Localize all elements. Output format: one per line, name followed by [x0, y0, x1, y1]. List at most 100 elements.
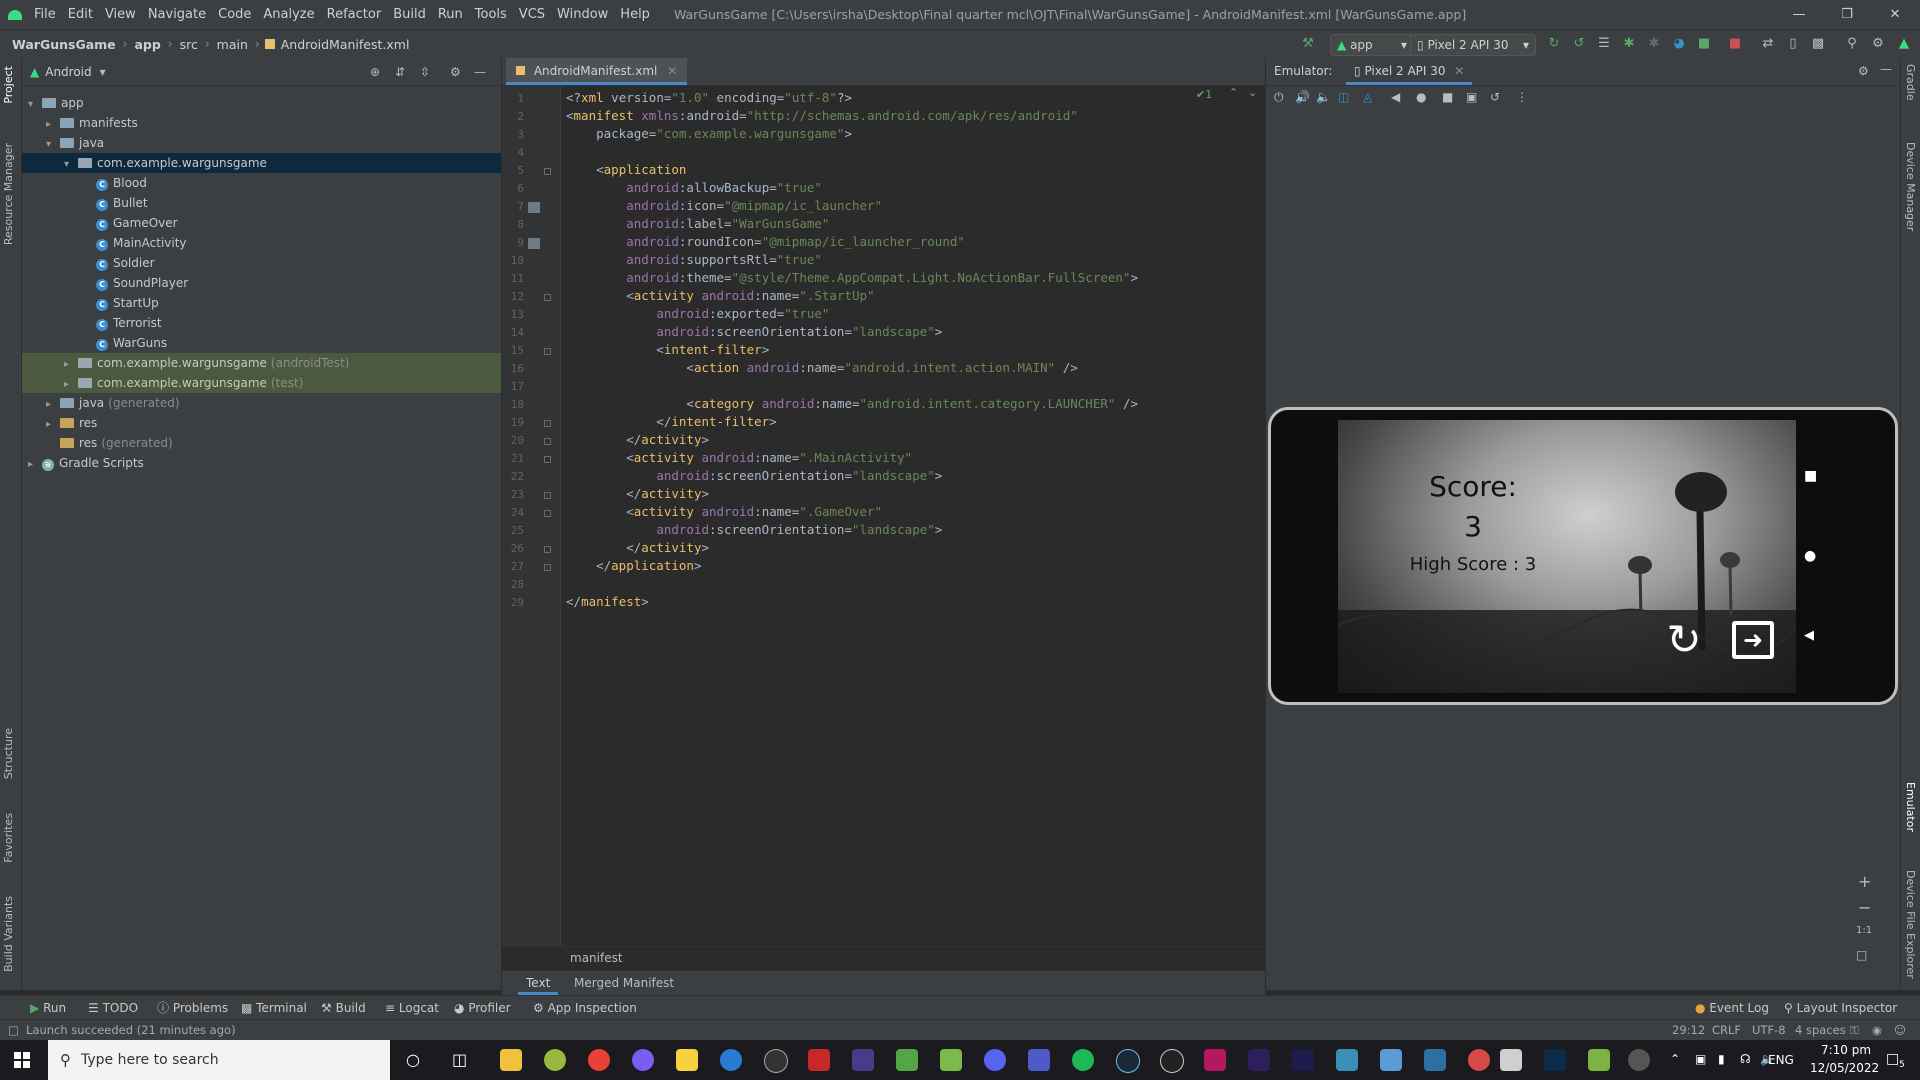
- app-icon[interactable]: [1204, 1049, 1226, 1071]
- zoom-1-1-icon[interactable]: 1:1: [1856, 925, 1872, 936]
- teams-icon[interactable]: [1028, 1049, 1050, 1071]
- status-message[interactable]: Launch succeeded (21 minutes ago): [26, 1020, 236, 1041]
- code-line[interactable]: </application>: [566, 558, 701, 573]
- back-nav-icon[interactable]: ◀: [1804, 628, 1814, 643]
- run-config-dropdown[interactable]: ▲ app ▾: [1330, 34, 1414, 56]
- tree-item[interactable]: ▾ app: [22, 93, 501, 113]
- chevron-right-icon[interactable]: ▸: [46, 395, 60, 415]
- fold-marker-icon[interactable]: [544, 510, 551, 517]
- tab-pixel-2-api-30[interactable]: ▯ Pixel 2 API 30 ✕: [1346, 58, 1473, 85]
- breadcrumb-main[interactable]: main: [215, 37, 250, 52]
- clock-date[interactable]: 12/05/2022: [1810, 1061, 1879, 1075]
- sdk-manager-icon[interactable]: ▩: [1810, 36, 1826, 52]
- close-tab-icon[interactable]: ✕: [667, 64, 677, 78]
- code-line[interactable]: android:roundIcon="@mipmap/ic_launcher_r…: [566, 234, 965, 249]
- lock-icon[interactable]: ⚿: [1850, 1020, 1859, 1041]
- fold-marker-icon[interactable]: [544, 456, 551, 463]
- screenshot-icon[interactable]: ▣: [1466, 90, 1477, 104]
- tab-device-file-explorer[interactable]: Device File Explorer: [1904, 870, 1917, 979]
- tab-resource-manager[interactable]: Resource Manager: [2, 143, 15, 245]
- tray-app-icon[interactable]: ▣: [1695, 1052, 1706, 1066]
- chevron-right-icon[interactable]: ▸: [46, 415, 60, 435]
- tool-terminal[interactable]: ▩ Terminal: [241, 996, 307, 1020]
- tab-device-manager[interactable]: Device Manager: [1904, 142, 1917, 231]
- stop-icon[interactable]: ■: [1727, 36, 1743, 52]
- photoshop-icon[interactable]: [1544, 1049, 1566, 1071]
- tab-androidmanifest[interactable]: AndroidManifest.xml ✕: [506, 58, 688, 85]
- tree-item[interactable]: ▾ com.example.wargunsgame: [22, 153, 501, 173]
- tab-structure[interactable]: Structure: [2, 728, 15, 779]
- attach-debugger-icon[interactable]: ✱: [1646, 36, 1662, 52]
- tree-item[interactable]: C Soldier: [22, 253, 501, 273]
- caret-position[interactable]: 29:12: [1672, 1020, 1705, 1041]
- app-icon[interactable]: [1336, 1049, 1358, 1071]
- restart-button[interactable]: ↻: [1662, 618, 1706, 662]
- settings-gear-icon[interactable]: ⚙: [1858, 64, 1869, 78]
- fold-marker-icon[interactable]: [544, 564, 551, 571]
- menu-window[interactable]: Window: [551, 0, 614, 29]
- tree-item[interactable]: C MainActivity: [22, 233, 501, 253]
- fold-marker-icon[interactable]: [544, 492, 551, 499]
- code-line[interactable]: <manifest xmlns:android="http://schemas.…: [566, 108, 1078, 123]
- apply-code-changes-icon[interactable]: ↺: [1571, 36, 1587, 52]
- code-line[interactable]: <intent-filter>: [566, 342, 769, 357]
- wifi-icon[interactable]: ☊: [1740, 1052, 1751, 1066]
- bluestacks-icon[interactable]: [896, 1049, 918, 1071]
- tree-item[interactable]: ▸ manifests: [22, 113, 501, 133]
- chevron-up-icon[interactable]: ⌃: [1229, 86, 1238, 99]
- fold-marker-icon[interactable]: [544, 348, 551, 355]
- volume-down-icon[interactable]: 🔈: [1316, 90, 1331, 104]
- task-view-icon[interactable]: ◫: [452, 1050, 467, 1069]
- tool-app-inspection[interactable]: ⚙ App Inspection: [533, 996, 637, 1020]
- chevron-right-icon[interactable]: ▸: [28, 455, 42, 475]
- app-icon[interactable]: [852, 1049, 874, 1071]
- code-line[interactable]: </manifest>: [566, 594, 649, 609]
- tree-item[interactable]: C WarGuns: [22, 333, 501, 353]
- fold-marker-icon[interactable]: [544, 168, 551, 175]
- tab-gradle[interactable]: Gradle: [1904, 64, 1917, 101]
- code-line[interactable]: android:exported="true": [566, 306, 829, 321]
- animate-icon[interactable]: [1248, 1049, 1270, 1071]
- tree-item[interactable]: ▾ java: [22, 133, 501, 153]
- tab-text[interactable]: Text: [518, 971, 559, 995]
- tree-item[interactable]: ▸ ≋ Gradle Scripts: [22, 453, 501, 473]
- code-line[interactable]: <activity android:name=".MainActivity": [566, 450, 912, 465]
- code-line[interactable]: </activity>: [566, 486, 709, 501]
- menu-view[interactable]: View: [99, 0, 142, 29]
- code-line[interactable]: </intent-filter>: [566, 414, 776, 429]
- chevron-right-icon[interactable]: ▸: [64, 375, 78, 395]
- chevron-down-icon[interactable]: ▾: [64, 155, 78, 175]
- zoom-in-icon[interactable]: +: [1858, 872, 1871, 891]
- notification-icon[interactable]: □: [1886, 1051, 1899, 1067]
- taskbar-search-box[interactable]: ⚲ Type here to search: [48, 1040, 390, 1080]
- app-icon[interactable]: [1160, 1049, 1184, 1073]
- app-icon[interactable]: [1588, 1049, 1610, 1071]
- messenger-icon[interactable]: [632, 1049, 654, 1071]
- code-line[interactable]: android:screenOrientation="landscape">: [566, 522, 942, 537]
- speed-icon[interactable]: [764, 1049, 788, 1073]
- tool-build[interactable]: ⚒ Build: [321, 996, 366, 1020]
- chevron-right-icon[interactable]: ▸: [64, 355, 78, 375]
- assistant-icon[interactable]: ▲: [1896, 36, 1912, 52]
- tree-item[interactable]: ▸ java (generated): [22, 393, 501, 413]
- after-effects-icon[interactable]: [1292, 1049, 1314, 1071]
- menu-tools[interactable]: Tools: [469, 0, 513, 29]
- code-line[interactable]: android:screenOrientation="landscape">: [566, 468, 942, 483]
- tool-run[interactable]: ▶ Run: [30, 996, 66, 1020]
- app-icon[interactable]: [1380, 1049, 1402, 1071]
- fold-marker-icon[interactable]: [544, 294, 551, 301]
- sticky-notes-icon[interactable]: [676, 1049, 698, 1071]
- restore-button[interactable]: ❐: [1824, 0, 1870, 29]
- settings-gear-icon[interactable]: ⚙: [450, 65, 461, 79]
- indent-setting[interactable]: 4 spaces: [1795, 1020, 1846, 1041]
- tool-todo[interactable]: ☰ TODO: [88, 996, 138, 1020]
- tree-item[interactable]: res (generated): [22, 433, 501, 453]
- search-icon[interactable]: ⚲: [1844, 36, 1860, 52]
- code-line[interactable]: android:label="WarGunsGame": [566, 216, 829, 231]
- xml-breadcrumb[interactable]: manifest: [570, 951, 623, 965]
- sync-gradle-icon[interactable]: ⇄: [1760, 36, 1776, 52]
- clock-time[interactable]: 7:10 pm: [1816, 1043, 1876, 1057]
- locate-file-icon[interactable]: ⊕: [370, 65, 380, 79]
- app-icon[interactable]: [720, 1049, 742, 1071]
- power-icon[interactable]: ⏻: [1274, 90, 1284, 105]
